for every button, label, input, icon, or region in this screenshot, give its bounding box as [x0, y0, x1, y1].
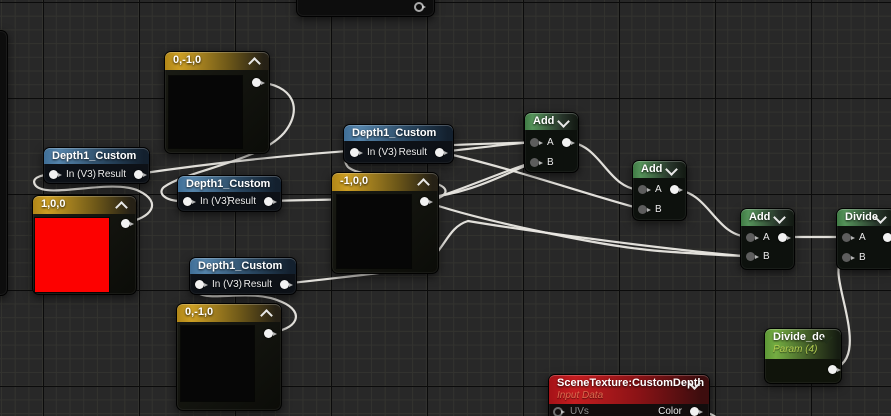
pin-b[interactable]	[530, 158, 539, 167]
node-title: 0,-1,0	[173, 54, 261, 67]
node-header: 0,-1,0	[177, 304, 281, 322]
node-title: Depth1_Custom	[198, 260, 288, 273]
pin-label-a: A	[655, 184, 662, 196]
pin-label-a: A	[547, 137, 554, 149]
pin-label-b: B	[547, 157, 554, 169]
node-const-1-0-0[interactable]: 1,0,0	[32, 195, 137, 295]
pin-a[interactable]	[530, 138, 539, 147]
node-func-depth1-custom-4[interactable]: Depth1_Custom In (V3)Result	[189, 257, 297, 295]
constant-preview-swatch	[337, 195, 411, 268]
node-subtitle: Input Data	[557, 390, 701, 402]
constant-preview-swatch	[35, 218, 109, 292]
pin-result[interactable]	[134, 170, 143, 179]
node-title: Depth1_Custom	[352, 127, 445, 140]
pin-label-b: B	[859, 252, 866, 264]
pin-label-b: B	[655, 204, 662, 216]
node-add-1[interactable]: Add AB	[524, 112, 579, 173]
node-header: Add	[525, 113, 578, 130]
node-func-depth1-custom-3[interactable]: Depth1_Custom In (V3)Result	[343, 124, 454, 164]
node-const-0-neg1-0-top[interactable]: 0,-1,0	[164, 51, 270, 154]
node-header: Depth1_Custom	[178, 176, 281, 192]
graph-canvas[interactable]: 0,-1,0Depth1_CustomIn (V3)Result1,0,0Dep…	[0, 0, 891, 416]
pin-in-v3[interactable]	[183, 197, 192, 206]
node-header: 0,-1,0	[165, 52, 269, 70]
node-title: Depth1_Custom	[186, 178, 273, 191]
pin-label-in-v3: In (V3)	[212, 279, 242, 291]
node-header: Depth1_Custom	[44, 148, 149, 164]
node-divide-de-param[interactable]: Divide_deParam (4)	[764, 328, 842, 384]
node-const-neg1-0-0[interactable]: -1,0,0	[331, 172, 439, 274]
pin-output[interactable]	[778, 233, 787, 242]
pin-b[interactable]	[842, 253, 851, 262]
node-header: SceneTexture:CustomDepthInput Data	[549, 375, 709, 404]
node-header: Depth1_Custom	[344, 125, 453, 141]
pin-output[interactable]	[562, 138, 571, 147]
pin-b[interactable]	[746, 252, 755, 261]
pin-output[interactable]	[264, 329, 273, 338]
node-header: -1,0,0	[332, 173, 438, 191]
pin-color[interactable]	[690, 407, 699, 416]
pin-output[interactable]	[828, 365, 837, 374]
node-func-depth1-custom-2[interactable]: Depth1_Custom In (V3)Result	[177, 175, 282, 212]
node-title: -1,0,0	[340, 175, 430, 188]
constant-preview-swatch	[181, 326, 254, 401]
pin-label-in-v3: In (V3)	[367, 147, 397, 159]
pin-in-v3[interactable]	[195, 280, 204, 289]
node-add-3[interactable]: Add AB	[740, 208, 795, 270]
pin-output[interactable]	[670, 185, 679, 194]
pin-result[interactable]	[435, 148, 444, 157]
pin-label-result: Result	[399, 147, 427, 159]
pin-label-in-v3: In (V3)	[66, 169, 96, 181]
pin-output[interactable]	[121, 219, 130, 228]
node-title: SceneTexture:CustomDepth	[557, 377, 701, 390]
pin-label-in-v3: In (V3)	[200, 196, 230, 208]
node-header: Add	[633, 161, 686, 178]
node-header: 1,0,0	[33, 196, 136, 214]
node-title: 1,0,0	[41, 198, 128, 211]
pin-label-a: A	[859, 232, 866, 244]
node-title: Depth1_Custom	[52, 150, 141, 163]
node-func-depth1-custom-1[interactable]: Depth1_Custom In (V3)Result	[43, 147, 150, 184]
pin-label-result: Result	[98, 169, 126, 181]
pin-label-color: Color	[658, 406, 682, 416]
node-title: 0,-1,0	[185, 306, 273, 319]
pin-result[interactable]	[280, 280, 289, 289]
pin-b[interactable]	[638, 205, 647, 214]
pin-a[interactable]	[746, 233, 755, 242]
pin-output[interactable]	[414, 2, 424, 12]
pin-label-result: Result	[244, 279, 272, 291]
node-partial-node-top[interactable]	[296, 0, 435, 17]
node-header: Divide_deParam (4)	[765, 329, 841, 359]
pin-output[interactable]	[420, 197, 429, 206]
pin-label-a: A	[763, 232, 770, 244]
pin-result[interactable]	[264, 197, 273, 206]
pin-label-result: Result	[228, 196, 256, 208]
pin-in-v3[interactable]	[350, 148, 359, 157]
node-add-2[interactable]: Add AB	[632, 160, 687, 221]
node-subtitle: Param (4)	[773, 344, 833, 356]
node-const-0-neg1-0-bottom[interactable]: 0,-1,0	[176, 303, 282, 411]
node-header: Add	[741, 209, 794, 226]
pin-label-b: B	[763, 251, 770, 263]
pin-uvs[interactable]	[553, 407, 563, 416]
node-partial-node-left[interactable]	[0, 30, 8, 296]
node-scene-texture-customdepth[interactable]: SceneTexture:CustomDepthInput Data UVs Col…	[548, 374, 710, 416]
pin-label-uvs: UVs	[570, 406, 589, 416]
pin-a[interactable]	[638, 185, 647, 194]
pin-in-v3[interactable]	[49, 170, 58, 179]
constant-preview-swatch	[169, 76, 242, 148]
pin-output[interactable]	[883, 233, 891, 242]
pin-a[interactable]	[842, 233, 851, 242]
wire-const-neg1-0-0.out-to-add-3.b	[424, 201, 750, 256]
node-header: Divide	[837, 209, 891, 226]
pin-output[interactable]	[252, 78, 261, 87]
node-header: Depth1_Custom	[190, 258, 296, 274]
node-divide[interactable]: Divide AB	[836, 208, 891, 270]
